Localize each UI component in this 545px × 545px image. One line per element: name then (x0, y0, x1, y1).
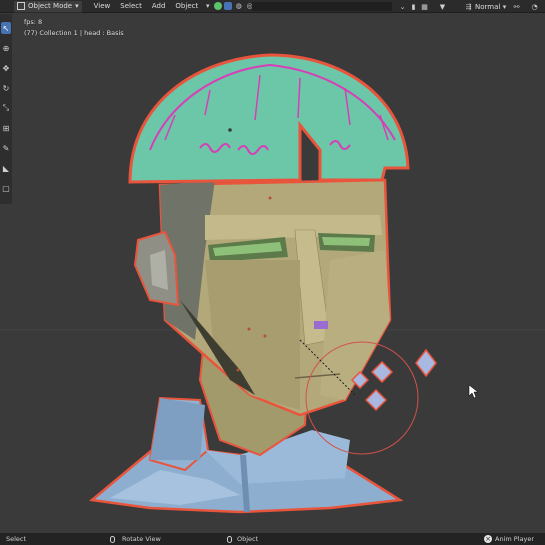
mouse-icon (227, 535, 232, 543)
mode-label: Object Mode (28, 2, 73, 10)
menu-object[interactable]: Object (172, 1, 201, 12)
status-bar: Select Rotate View Object × Anim Player (0, 533, 545, 545)
object-mode-icon (17, 2, 25, 10)
annotate-icon[interactable]: ✎ (1, 142, 11, 154)
chevron-down-icon[interactable]: ▾ (500, 2, 509, 11)
3d-viewport[interactable] (0, 13, 545, 532)
bookmark-icon[interactable]: ▮ (409, 2, 418, 11)
move-icon[interactable]: ✥ (1, 62, 11, 74)
status-rotate-label: Rotate View (122, 535, 161, 543)
filter-icon[interactable]: ▼ (438, 2, 447, 11)
status-select-label: Select (6, 535, 27, 543)
scale-icon[interactable]: ⤡ (1, 102, 11, 114)
collection-info: (77) Collection 1 | head : Basis (24, 29, 124, 37)
snap-icon[interactable]: ⌄ (398, 2, 407, 11)
status-object-label: Object (237, 535, 259, 543)
menu-view[interactable]: View (91, 1, 114, 12)
hair-cap[interactable] (128, 53, 410, 184)
mouse-cursor-icon (468, 384, 479, 399)
fps-readout: fps: 8 (24, 18, 43, 26)
status-object: Object (227, 535, 258, 543)
menu-select[interactable]: Select (117, 1, 145, 12)
tool-shelf: ↖ ⊕ ✥ ↻ ⤡ ⊞ ✎ ◣ ▢ (0, 14, 12, 204)
collection-icon[interactable] (224, 2, 233, 10)
overlay-icon[interactable]: ◔ (530, 2, 539, 11)
select-cursor-icon[interactable]: ↖ (1, 22, 11, 34)
measure-icon[interactable]: ◣ (1, 162, 11, 174)
status-select: Select (6, 535, 26, 543)
grid-icon[interactable]: ▦ (420, 2, 429, 11)
mouse-icon (110, 535, 115, 543)
rotate-icon[interactable]: ↻ (1, 82, 11, 94)
transform-icon[interactable]: ⊞ (1, 122, 11, 134)
cursor-icon[interactable]: ⊕ (1, 42, 11, 54)
status-anim-label: Anim Player (495, 535, 534, 543)
add-cube-icon[interactable]: ▢ (1, 182, 11, 194)
menu-add[interactable]: Add (149, 1, 169, 12)
sphere-icon[interactable]: ◍ (234, 2, 243, 11)
mode-selector[interactable]: Object Mode ▾ (13, 0, 83, 13)
close-icon[interactable]: × (484, 535, 492, 543)
status-rotate: Rotate View (110, 535, 161, 543)
visibility-toggle-icon[interactable] (214, 2, 223, 10)
search-field[interactable] (252, 2, 392, 11)
viewport-header: Object Mode ▾ View Select Add Object ▾ ◍… (0, 0, 545, 13)
chevron-down-icon: ▾ (75, 2, 79, 10)
chevron-down-icon[interactable]: ▾ (203, 2, 212, 11)
status-anim-player[interactable]: × Anim Player (484, 535, 534, 543)
link-icon[interactable]: ⚯ (512, 2, 521, 11)
shading-mode[interactable]: Normal (472, 1, 503, 12)
